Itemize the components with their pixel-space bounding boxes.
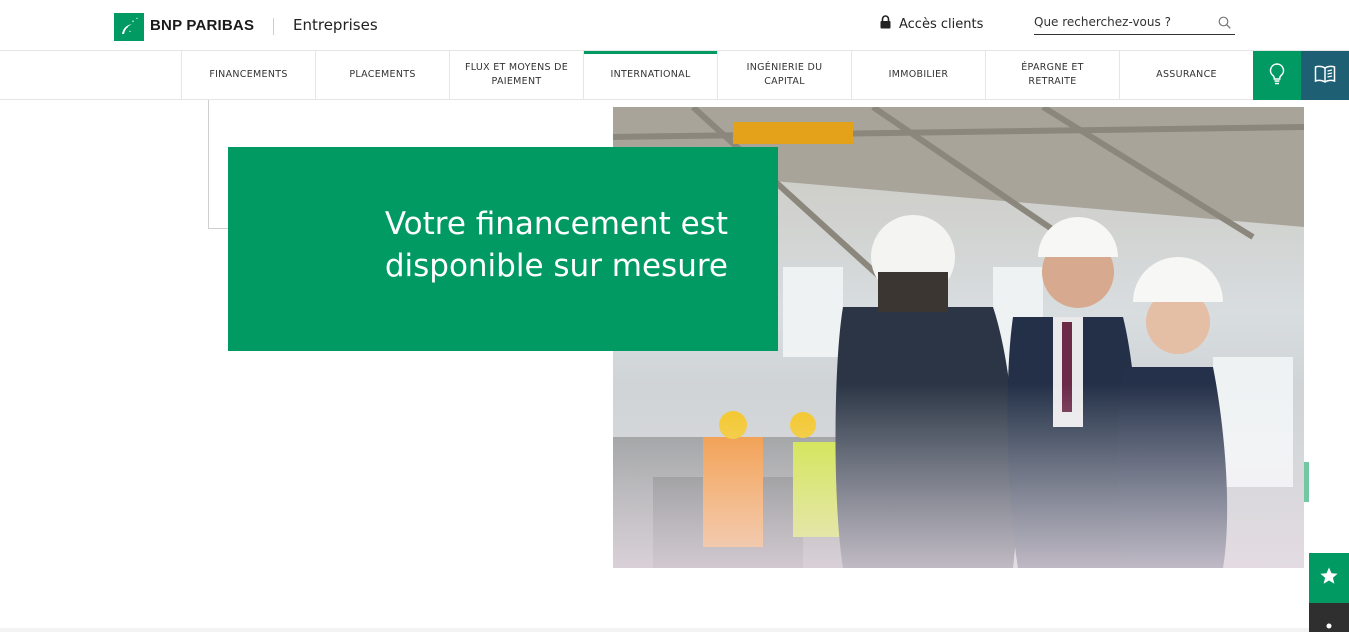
- top-bar: BNP PARIBAS Entreprises Accès clients: [0, 0, 1349, 51]
- nav-item-assurance[interactable]: ASSURANCE: [1119, 51, 1253, 99]
- guides-button[interactable]: [1301, 51, 1349, 100]
- nav-item-ingenierie-du-capital[interactable]: INGÉNIERIE DU CAPITAL: [717, 51, 851, 99]
- ideas-button[interactable]: [1253, 51, 1301, 100]
- brand-separator: [273, 18, 274, 35]
- scroll-indicator[interactable]: [1304, 462, 1309, 502]
- more-options-button[interactable]: [1309, 603, 1349, 632]
- dot-icon: [1324, 603, 1334, 632]
- nav-item-financements[interactable]: FINANCEMENTS: [181, 51, 315, 99]
- hero-title: Votre financement est disponible sur mes…: [384, 206, 728, 284]
- favorite-button[interactable]: [1309, 553, 1349, 603]
- nav-item-international[interactable]: INTERNATIONAL: [583, 51, 717, 99]
- brand-name[interactable]: BNP PARIBAS: [150, 17, 254, 34]
- search-icon[interactable]: [1218, 14, 1231, 33]
- client-access-link[interactable]: Accès clients: [880, 14, 983, 34]
- nav-item-placements[interactable]: PLACEMENTS: [315, 51, 449, 99]
- search-input[interactable]: [1034, 12, 1214, 32]
- nav-item-epargne-et-retraite[interactable]: ÉPARGNE ET RETRAITE: [985, 51, 1119, 99]
- star-icon: [1319, 566, 1339, 590]
- client-access-label: Accès clients: [899, 16, 984, 32]
- bnp-logo-icon[interactable]: [114, 13, 144, 41]
- book-icon: [1314, 64, 1336, 88]
- lightbulb-icon: [1268, 62, 1286, 90]
- lock-icon: [880, 15, 891, 33]
- nav-item-flux-et-moyens-de-paiement[interactable]: FLUX ET MOYENS DE PAIEMENT: [449, 51, 583, 99]
- hero-banner: Votre financement est disponible sur mes…: [228, 147, 778, 351]
- search-bar: [1034, 11, 1235, 35]
- main-navigation: FINANCEMENTS PLACEMENTS FLUX ET MOYENS D…: [0, 51, 1349, 100]
- page-bottom-divider: [0, 628, 1309, 632]
- section-title[interactable]: Entreprises: [293, 16, 378, 34]
- nav-item-immobilier[interactable]: IMMOBILIER: [851, 51, 985, 99]
